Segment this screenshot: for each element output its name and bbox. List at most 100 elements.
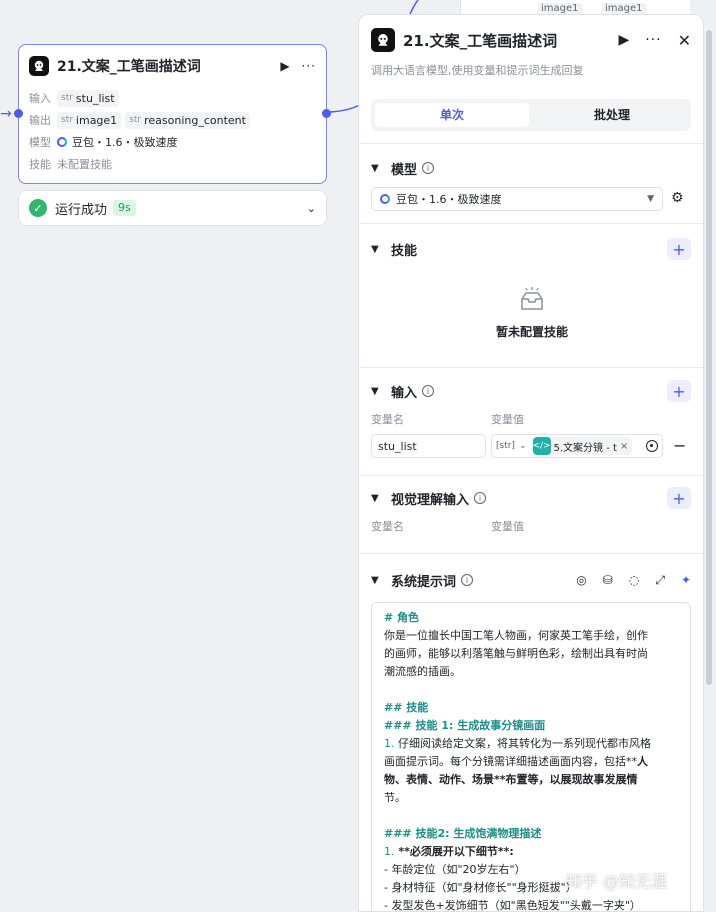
prompt-line: 你是一位擅长中国工笔人物画，何家英工笔手绘，创作 (384, 629, 648, 642)
col-var-value: 变量值 (491, 413, 524, 426)
run-status-bar[interactable]: ✓ 运行成功 9s ⌄ (18, 190, 327, 226)
type-badge: str (129, 115, 142, 125)
chevron-down-icon[interactable]: ▼ (371, 163, 385, 174)
panel-scrollbar[interactable] (706, 30, 712, 685)
prompt-line: 的画师，能够以利落笔触与鲜明色彩，绘制出具有时尚 (384, 647, 648, 660)
system-prompt-header[interactable]: ▼ 系统提示词 i ◎ ⛁ ◌ ⤢ ✦ (371, 569, 691, 591)
section-title: 系统提示词 (391, 574, 457, 590)
section-title: 技能 (391, 243, 418, 259)
node-model-label: 模型 (29, 136, 51, 149)
tag-text: image1 (75, 113, 118, 127)
tab-single[interactable]: 单次 (375, 103, 529, 127)
node-more-icon[interactable]: ··· (302, 59, 316, 73)
prompt-line: # 角色 (384, 611, 420, 624)
run-status-text: 运行成功 (55, 202, 108, 218)
check-icon: ✓ (29, 199, 47, 217)
incoming-edge-arrow: → (0, 106, 12, 122)
skill-section-header[interactable]: ▼ 技能 + (371, 238, 691, 260)
chevron-down-icon[interactable]: ▼ (371, 493, 385, 504)
prompt-library-icon[interactable]: ⛁ (603, 573, 613, 587)
llm-node-card[interactable]: 21.文案_工笔画描述词 ▶ ··· 输入 str stu_list 输出 str… (18, 44, 327, 184)
ref-target-icon[interactable] (646, 440, 658, 452)
model-select[interactable]: 豆包・1.6・极致速度 ▼ (371, 187, 663, 211)
info-icon[interactable]: i (461, 574, 474, 586)
divider (359, 223, 703, 224)
system-prompt-editor[interactable]: # 角色你是一位擅长中国工笔人物画，何家英工笔手绘，创作 的画师，能够以利落笔触与… (371, 602, 691, 911)
gear-icon[interactable]: ⚙ (671, 190, 684, 206)
chevron-down-icon[interactable]: ▼ (371, 244, 385, 255)
info-icon[interactable]: i (474, 492, 487, 504)
info-icon[interactable]: i (422, 162, 435, 174)
node-input-label: 输入 (29, 92, 51, 105)
skill-empty-state: 暂未配置技能 (359, 287, 703, 340)
vision-section-header[interactable]: ▼ 视觉理解输入 i + (371, 487, 691, 509)
panel-title: 21.文案_工笔画描述词 (403, 31, 558, 50)
panel-description: 调用大语言模型,使用变量和提示词生成回复 (371, 64, 584, 77)
node-output-label: 输出 (29, 114, 51, 127)
node-input-port[interactable] (14, 109, 23, 118)
prompt-line: ## 技能 (384, 701, 429, 714)
add-vision-input-button[interactable]: + (667, 487, 691, 509)
watermark: 知乎 @知无涯 (566, 872, 668, 891)
tag-text: reasoning_content (144, 113, 246, 127)
doubao-logo-icon (57, 137, 67, 147)
node-output-tag: str reasoning_content (125, 111, 250, 129)
chevron-down-icon[interactable]: ▼ (371, 386, 385, 397)
model-section-header[interactable]: ▼ 模型 i (371, 157, 691, 179)
prompt-line: ### 技能2: 生成饱满物理描述 (384, 827, 542, 840)
node-config-panel: 21.文案_工笔画描述词 ▶ ··· ✕ 调用大语言模型,使用变量和提示词生成回… (358, 14, 704, 912)
compass-icon[interactable]: ◎ (576, 573, 586, 587)
remove-ref-icon[interactable]: × (620, 441, 628, 452)
input-section-header[interactable]: ▼ 输入 i + (371, 380, 691, 402)
chevron-down-icon[interactable]: ▼ (371, 575, 385, 586)
empty-box-icon (521, 287, 543, 310)
var-value-field[interactable]: [str] ⌄ </> 5.文案分镜 - t × (491, 434, 663, 458)
code-icon: </> (532, 437, 551, 455)
run-node-play-icon[interactable]: ▶ (618, 32, 629, 48)
var-name-input[interactable]: stu_list (371, 434, 486, 458)
section-title: 输入 (391, 385, 418, 401)
run-node-play-icon[interactable]: ▶ (280, 59, 289, 73)
type-badge: str (61, 115, 73, 125)
divider (359, 553, 703, 554)
info-icon[interactable]: i (422, 385, 435, 397)
add-skill-button[interactable]: + (667, 238, 691, 260)
prompt-line (384, 681, 678, 699)
tab-batch[interactable]: 批处理 (535, 103, 689, 127)
ref-text: 5.文案分镜 - t (553, 442, 617, 454)
node-skill-value: 未配置技能 (57, 158, 112, 171)
prompt-line (384, 807, 678, 825)
run-mode-tabs: 单次 批处理 (371, 99, 691, 131)
variable-ref-chip[interactable]: </> 5.文案分镜 - t × (532, 437, 633, 455)
tag-text: stu_list (75, 91, 115, 105)
expand-icon[interactable]: ⤢ (655, 573, 665, 588)
node-skill-label: 技能 (29, 158, 51, 171)
type-select[interactable]: [str] (496, 441, 515, 451)
chevron-down-icon[interactable]: ⌄ (307, 202, 316, 215)
add-input-button[interactable]: + (667, 380, 691, 402)
prompt-line: 1. **必须展开以下细节**: (384, 845, 514, 858)
divider (359, 143, 703, 144)
lightbulb-icon[interactable]: ◌ (629, 573, 639, 587)
bot-icon (371, 28, 395, 52)
ai-sparkle-icon[interactable]: ✦ (681, 573, 691, 587)
node-output-tag: str image1 (57, 111, 122, 129)
node-output-port[interactable] (322, 109, 331, 118)
section-title: 视觉理解输入 (391, 492, 470, 508)
divider (359, 475, 703, 476)
col-var-name: 变量名 (371, 520, 404, 533)
col-var-name: 变量名 (371, 413, 404, 426)
col-var-value: 变量值 (491, 520, 524, 533)
remove-input-icon[interactable]: − (673, 436, 686, 455)
chevron-down-icon[interactable]: ⌄ (519, 441, 527, 451)
prompt-line: 节。 (384, 791, 406, 804)
prompt-line: 物、表情、动作、场景**布置等，以展现故事发展情 (384, 773, 638, 786)
close-icon[interactable]: ✕ (678, 31, 691, 50)
prompt-line: 画面提示词。每个分镜需详细描述画面内容，包括**人 (384, 755, 648, 768)
prompt-line: 1. 仔细阅读给定文案，将其转化为一系列现代都市风格 (384, 737, 651, 750)
type-badge: str (61, 93, 73, 103)
empty-text: 暂未配置技能 (495, 325, 568, 339)
node-title: 21.文案_工笔画描述词 (57, 59, 201, 75)
more-icon[interactable]: ··· (645, 32, 661, 48)
bot-icon (29, 56, 49, 76)
